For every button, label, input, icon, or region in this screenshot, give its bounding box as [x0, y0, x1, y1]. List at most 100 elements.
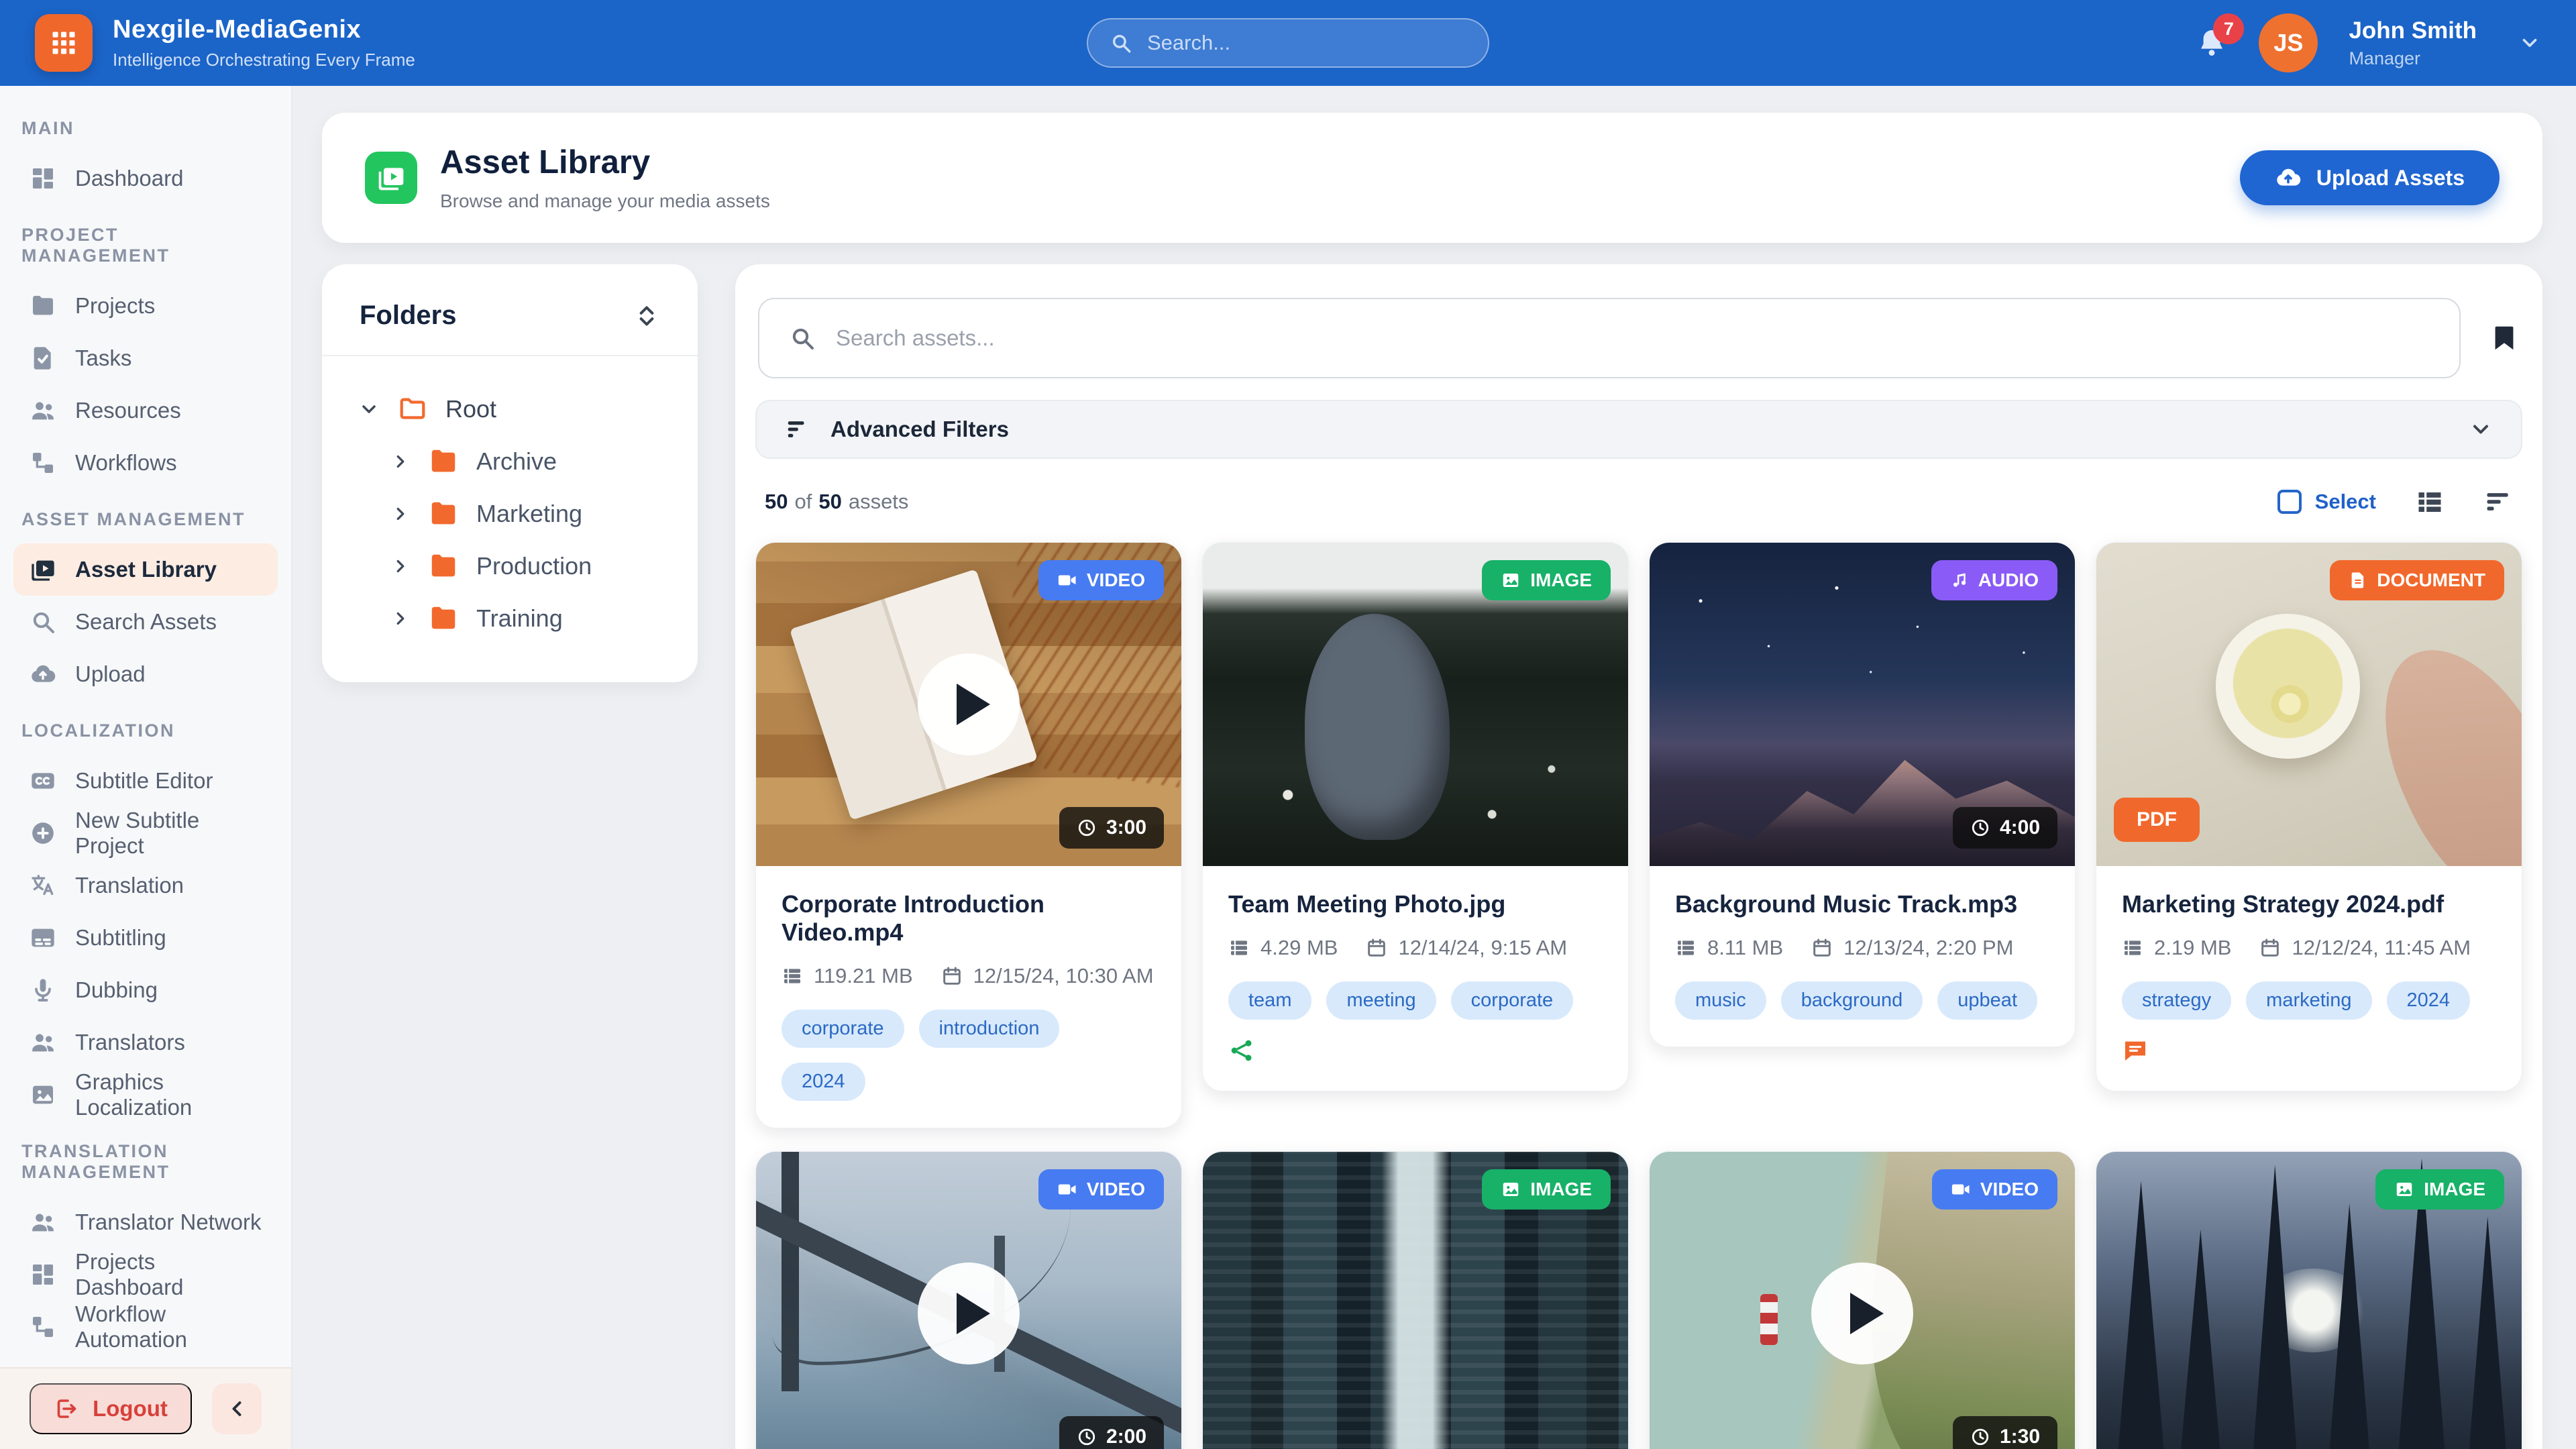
tag[interactable]: introduction: [918, 1010, 1060, 1048]
asset-card[interactable]: IMAGE: [2096, 1151, 2522, 1449]
tag[interactable]: corporate: [1450, 981, 1574, 1020]
sidebar-item-projects-dashboard[interactable]: Projects Dashboard: [13, 1248, 278, 1301]
image-icon: [2394, 1179, 2414, 1199]
tag[interactable]: 2024: [2386, 981, 2471, 1020]
asset-search-box[interactable]: [758, 298, 2461, 378]
sidebar-item-projects[interactable]: Projects: [13, 280, 278, 332]
tag[interactable]: marketing: [2246, 981, 2372, 1020]
play-button[interactable]: [1811, 1263, 1913, 1364]
thumbnail-image[interactable]: VIDEO 3:00: [756, 543, 1181, 866]
folder-node-production[interactable]: Production: [381, 540, 671, 592]
global-search-input[interactable]: [1147, 31, 1466, 55]
play-button[interactable]: [918, 653, 1020, 755]
asset-card[interactable]: VIDEO 1:30: [1649, 1151, 2076, 1449]
list-view-icon[interactable]: [2415, 487, 2445, 517]
workflow-icon: [30, 1313, 56, 1340]
folder-node-marketing[interactable]: Marketing: [381, 488, 671, 540]
section-main: MAIN: [21, 118, 74, 138]
play-button[interactable]: [918, 1263, 1020, 1364]
tag[interactable]: corporate: [782, 1010, 904, 1048]
share-icon[interactable]: [1228, 1037, 1255, 1064]
file-size-value: 2.19 MB: [2154, 936, 2232, 959]
thumbnail-image[interactable]: VIDEO 1:30: [1650, 1152, 2075, 1449]
thumbnail-image[interactable]: DOCUMENT PDF: [2096, 543, 2522, 866]
tag-list: team meeting corporate: [1228, 981, 1603, 1020]
notifications-button[interactable]: 7: [2196, 13, 2245, 59]
sidebar-item-label: Tasks: [75, 345, 132, 370]
asset-card[interactable]: VIDEO 3:00 Corporate Introduction Video.…: [755, 542, 1182, 1128]
brand-titles: Nexgile-MediaGenix Intelligence Orchestr…: [113, 15, 415, 70]
thumbnail-image[interactable]: IMAGE: [1203, 1152, 1628, 1449]
sidebar-item-workflows[interactable]: Workflows: [13, 437, 278, 489]
folder-node-archive[interactable]: Archive: [381, 435, 671, 488]
sidebar-item-new-subtitle-project[interactable]: New Subtitle Project: [13, 807, 278, 859]
select-toggle[interactable]: Select: [2277, 490, 2376, 514]
global-search[interactable]: [1087, 18, 1489, 68]
sidebar-item-label: Translation: [75, 873, 184, 898]
sidebar-item-translators[interactable]: Translators: [13, 1016, 278, 1069]
asset-card[interactable]: VIDEO 2:00: [755, 1151, 1182, 1449]
tag[interactable]: strategy: [2122, 981, 2232, 1020]
type-badge-video: VIDEO: [1931, 1169, 2057, 1210]
thumbnail-image[interactable]: IMAGE: [2096, 1152, 2522, 1449]
sidebar-item-dubbing[interactable]: Dubbing: [13, 964, 278, 1016]
thumbnail-image[interactable]: AUDIO 4:00: [1650, 543, 2075, 866]
tag[interactable]: team: [1228, 981, 1312, 1020]
chevron-left-icon: [225, 1397, 249, 1421]
sidebar-item-asset-library[interactable]: Asset Library: [13, 543, 278, 596]
tag[interactable]: meeting: [1326, 981, 1436, 1020]
tag[interactable]: upbeat: [1937, 981, 2037, 1020]
asset-card[interactable]: IMAGE: [1202, 1151, 1629, 1449]
thumbnail-decor: [782, 1152, 800, 1391]
sidebar-item-search-assets[interactable]: Search Assets: [13, 596, 278, 648]
sidebar-collapse-button[interactable]: [212, 1383, 262, 1434]
sidebar-item-subtitling[interactable]: Subtitling: [13, 912, 278, 964]
tag[interactable]: 2024: [782, 1063, 865, 1101]
tag[interactable]: background: [1780, 981, 1923, 1020]
image-icon: [30, 1081, 56, 1108]
asset-meta: 119.21 MB 12/15/24, 10:30 AM: [782, 964, 1156, 988]
logout-button[interactable]: Logout: [30, 1383, 192, 1434]
asset-search-input[interactable]: [836, 325, 2430, 351]
advanced-filters-toggle[interactable]: Advanced Filters: [755, 400, 2522, 459]
image-icon: [1501, 570, 1521, 590]
sidebar-item-workflow-automation[interactable]: Workflow Automation: [13, 1301, 278, 1353]
sidebar-item-translator-network[interactable]: Translator Network: [13, 1196, 278, 1248]
sidebar-item-subtitle-editor[interactable]: Subtitle Editor: [13, 755, 278, 807]
upload-assets-button[interactable]: Upload Assets: [2239, 150, 2500, 205]
user-info[interactable]: John Smith Manager: [2349, 17, 2477, 69]
chevron-right-icon[interactable]: [390, 556, 411, 576]
sidebar-item-upload[interactable]: Upload: [13, 648, 278, 700]
thumbnail-image[interactable]: VIDEO 2:00: [756, 1152, 1181, 1449]
tag[interactable]: music: [1675, 981, 1766, 1020]
asset-card[interactable]: AUDIO 4:00 Background Music Track.mp3 8.…: [1649, 542, 2076, 1047]
select-checkbox[interactable]: [2277, 490, 2302, 514]
folder-node-root[interactable]: Root: [349, 383, 671, 435]
sort-icon[interactable]: [2483, 487, 2513, 517]
asset-card[interactable]: DOCUMENT PDF Marketing Strategy 2024.pdf…: [2096, 542, 2522, 1091]
chevron-right-icon[interactable]: [390, 504, 411, 524]
sidebar-item-resources[interactable]: Resources: [13, 384, 278, 437]
asset-card[interactable]: IMAGE Team Meeting Photo.jpg 4.29 MB 12/…: [1202, 542, 1629, 1091]
avatar[interactable]: JS: [2259, 13, 2318, 72]
sidebar-item-tasks[interactable]: Tasks: [13, 332, 278, 384]
main-content: Asset Library Browse and manage your med…: [292, 86, 2576, 1449]
expand-collapse-icon[interactable]: [633, 303, 660, 329]
sidebar-item-translation[interactable]: Translation: [13, 859, 278, 912]
folder-node-training[interactable]: Training: [381, 592, 671, 645]
thumbnail-image[interactable]: IMAGE: [1203, 543, 1628, 866]
dashboard-icon: [30, 1261, 56, 1288]
sidebar-item-graphics-localization[interactable]: Graphics Localization: [13, 1069, 278, 1121]
bookmark-icon[interactable]: [2489, 323, 2520, 354]
upload-cloud-icon: [2275, 164, 2302, 191]
chevron-right-icon[interactable]: [390, 451, 411, 472]
file-size-value: 4.29 MB: [1260, 936, 1338, 959]
chevron-down-icon[interactable]: [358, 398, 380, 420]
badge-label: IMAGE: [1530, 1179, 1592, 1199]
comment-icon[interactable]: [2122, 1037, 2149, 1064]
chevron-down-icon[interactable]: [2518, 32, 2541, 54]
app-logo[interactable]: [35, 14, 93, 72]
sidebar-item-dashboard[interactable]: Dashboard: [13, 152, 278, 205]
chevron-right-icon[interactable]: [390, 608, 411, 629]
badge-label: IMAGE: [1530, 570, 1592, 590]
